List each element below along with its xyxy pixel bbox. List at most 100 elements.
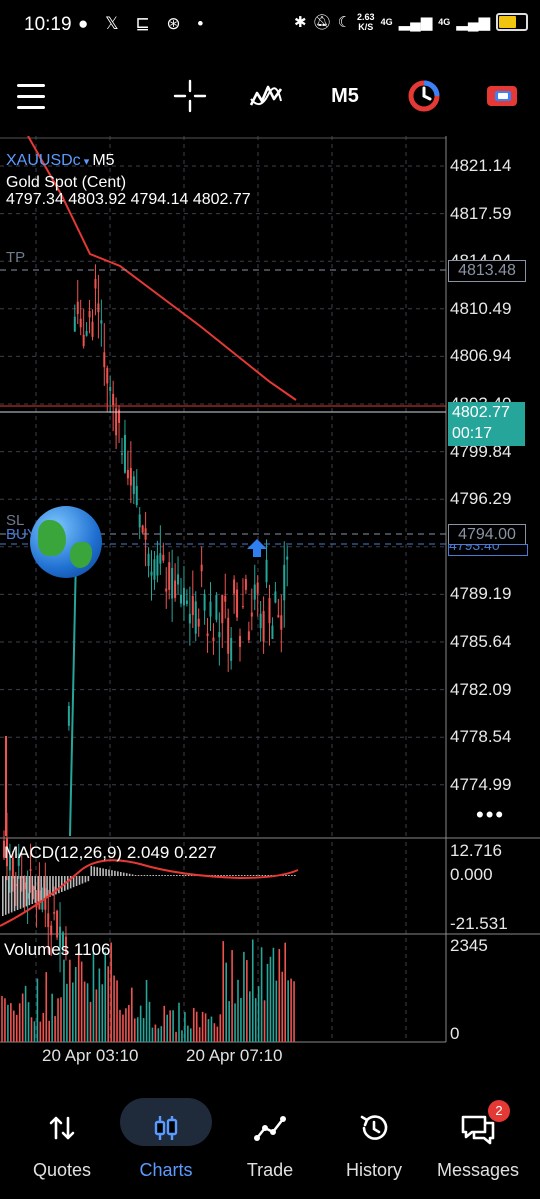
candle-body xyxy=(79,318,82,328)
macd-bar xyxy=(285,875,287,876)
symbol-name[interactable]: XAUUSDc xyxy=(6,152,81,169)
candle-body xyxy=(200,564,203,572)
macd-bar xyxy=(167,875,169,876)
nav-history-label: History xyxy=(345,1160,402,1180)
crosshair-icon[interactable] xyxy=(170,74,210,118)
nav-charts[interactable]: Charts xyxy=(112,1096,220,1186)
candle-body xyxy=(233,579,236,594)
more-dots-icon[interactable]: ••• xyxy=(476,802,505,828)
candle-body xyxy=(250,612,253,617)
macd-bar xyxy=(81,876,84,884)
price-axis-label: 4774.99 xyxy=(450,774,512,794)
volumes-axis-top: 2345 xyxy=(450,936,488,955)
trade-panel-icon[interactable] xyxy=(482,74,522,118)
macd-bar xyxy=(96,867,98,876)
macd-bar xyxy=(146,875,149,876)
chart-symbol-row[interactable]: XAUUSDc ▾ M5 xyxy=(6,152,115,170)
history-icon xyxy=(360,1115,388,1140)
nav-messages[interactable]: 2 Messages xyxy=(424,1096,532,1186)
menu-icon[interactable] xyxy=(14,74,48,118)
candle-body xyxy=(271,625,274,640)
candle-body xyxy=(188,613,191,624)
ohlc-values: 4797.34 4803.92 4794.14 4802.77 xyxy=(6,191,251,208)
clock: 10:19 xyxy=(24,14,72,35)
timeframe-button[interactable]: M5 xyxy=(320,74,370,118)
candle-body xyxy=(244,579,247,590)
macd-bar xyxy=(164,875,166,876)
candle-body xyxy=(123,434,126,473)
macd-axis-bottom: -21.531 xyxy=(450,914,508,933)
macd-bar xyxy=(143,875,146,876)
macd-bar xyxy=(7,876,10,914)
candle-body xyxy=(274,591,277,603)
macd-bar xyxy=(232,875,234,876)
macd-bar xyxy=(179,875,181,876)
nav-history[interactable]: History xyxy=(320,1096,428,1186)
macd-bar xyxy=(184,875,187,876)
bottom-navigation: Quotes Charts Trade History 2 Messages xyxy=(0,1088,540,1199)
candle-body xyxy=(286,556,289,560)
candle-body xyxy=(283,564,286,601)
macd-bar xyxy=(128,873,131,876)
candle-body xyxy=(253,584,256,600)
macd-bar xyxy=(134,875,137,876)
candle-body xyxy=(73,316,76,332)
signal-2: 4G xyxy=(438,17,451,27)
candle-body xyxy=(221,594,224,624)
nav-quotes-label: Quotes xyxy=(32,1160,92,1180)
candle-body xyxy=(230,637,233,661)
candle-body xyxy=(53,912,56,914)
speed-unit: K/S xyxy=(358,22,374,32)
macd-bar xyxy=(152,875,155,876)
quotes-icon xyxy=(49,1116,75,1140)
candle-body xyxy=(121,453,123,455)
candle-body xyxy=(239,636,241,647)
candle-body xyxy=(180,594,182,604)
macd-bar xyxy=(99,867,101,876)
candle-body xyxy=(215,594,218,620)
candle-body xyxy=(177,574,180,585)
candle-body xyxy=(153,559,156,580)
chart-toolbar: M5 xyxy=(0,60,540,136)
candle-body xyxy=(132,476,135,494)
time-label-1: 20 Apr 03:10 xyxy=(42,1046,139,1065)
candle-body xyxy=(218,632,221,638)
candle-body xyxy=(129,467,132,486)
macd-bar xyxy=(170,875,172,876)
candle-body xyxy=(265,559,268,583)
tp-label: TP xyxy=(6,249,26,266)
macd-bar xyxy=(176,875,178,876)
macd-bar xyxy=(243,875,246,876)
candle-body xyxy=(150,571,153,576)
bar-countdown: 00:17 xyxy=(452,425,493,442)
buy-arrow-icon xyxy=(246,538,268,563)
notification-icons: ● 𝕏 ⊑ ⊛ • xyxy=(78,14,210,33)
macd-bar xyxy=(131,874,134,876)
macd-bar xyxy=(291,875,293,876)
macd-bar xyxy=(264,875,267,876)
candle-body xyxy=(203,594,206,611)
nav-quotes[interactable]: Quotes xyxy=(8,1096,116,1186)
macd-bar xyxy=(102,868,104,876)
candle-body xyxy=(56,910,59,938)
nav-charts-label: Charts xyxy=(139,1160,193,1180)
price-axis-label: 4782.09 xyxy=(450,679,512,699)
trade-icon xyxy=(254,1116,286,1141)
candle-body xyxy=(256,582,259,594)
charts-icon xyxy=(154,1116,178,1140)
nav-trade[interactable]: Trade xyxy=(216,1096,324,1186)
candle-body xyxy=(224,595,227,602)
one-click-trading-icon[interactable] xyxy=(404,74,444,118)
candle-body xyxy=(174,580,177,598)
signal-bars-icon: ▂▄▆ xyxy=(456,14,490,31)
candle-body xyxy=(67,705,70,726)
system-indicators: ✱ 🔕︎ ☾ 2.63 K/S 4G ▂▄▆ 4G ▂▄▆ xyxy=(294,12,528,32)
candle-body xyxy=(126,470,129,479)
volumes-label: Volumes 1106 xyxy=(4,940,111,959)
candle-body xyxy=(277,615,280,618)
macd-bar xyxy=(255,875,258,876)
chart-area[interactable]: XAUUSDc ▾ M5 Gold Spot (Cent) 4797.34 48… xyxy=(0,135,540,1071)
macd-bar xyxy=(161,875,163,876)
indicators-icon[interactable] xyxy=(246,74,286,118)
symbol-dropdown-icon[interactable]: ▾ xyxy=(81,156,93,168)
